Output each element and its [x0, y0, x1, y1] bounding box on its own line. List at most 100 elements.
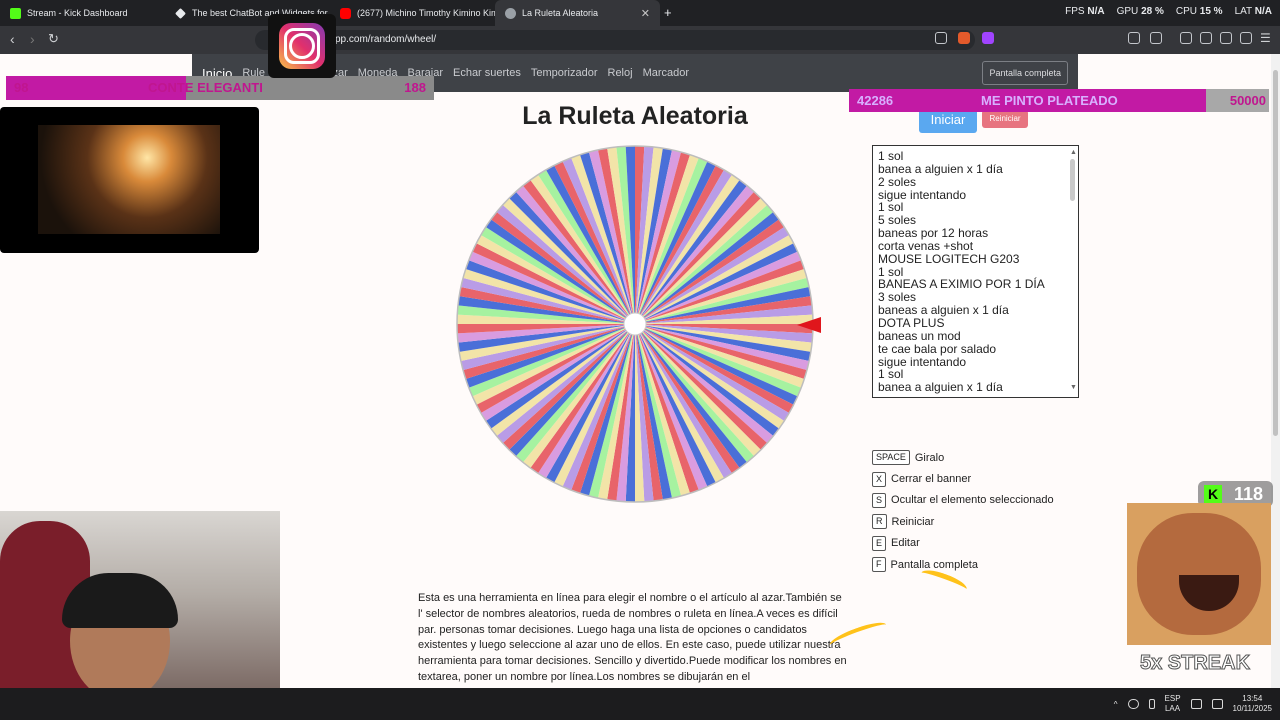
back-icon[interactable]: ‹: [10, 31, 15, 47]
shortcut-row: X Cerrar el banner: [872, 468, 1054, 489]
volume-icon[interactable]: [1211, 699, 1223, 709]
wheel-svg[interactable]: [455, 144, 815, 504]
rewards-icon[interactable]: [982, 32, 994, 44]
menu-icon[interactable]: ☰: [1260, 31, 1271, 45]
page-title: La Ruleta Aleatoria: [522, 102, 748, 130]
laughing-mouth: [1179, 575, 1239, 611]
option-line: baneas por 12 horas: [878, 226, 989, 241]
kick-icon: [10, 7, 21, 19]
shortcut-row: F Pantalla completa: [872, 554, 1054, 575]
laughing-face: [1137, 513, 1261, 635]
share-icon[interactable]: [935, 32, 947, 44]
textarea-scrollbar[interactable]: ▲ ▼: [1070, 147, 1077, 395]
tab-title: La Ruleta Aleatoria: [522, 8, 599, 18]
goal-title: CONTE ELEGANTI: [148, 80, 263, 95]
tab-youtube[interactable]: (2677) Michino Timothy Kimino Kim: [330, 0, 495, 26]
scroll-down-icon[interactable]: ▼: [1070, 382, 1077, 395]
option-line: corta venas +shot: [878, 238, 974, 253]
tab-title: Stream - Kick Dashboard: [27, 8, 128, 18]
option-line: 1 sol: [878, 149, 904, 163]
system-tray: ^ ESP LAA 13:54 10/11/2025: [1114, 694, 1272, 714]
shortcut-label: Cerrar el banner: [891, 473, 972, 486]
tab-ruleta[interactable]: La Ruleta Aleatoria ✕: [495, 0, 660, 26]
option-line: 2 soles: [878, 174, 917, 189]
option-line: baneas un mod: [878, 328, 961, 343]
nav-link[interactable]: Reloj: [608, 67, 633, 79]
forward-icon[interactable]: ›: [30, 31, 35, 47]
video-overlay: [0, 107, 259, 253]
wheel-pointer: [797, 317, 821, 333]
options-list: 1 sol banea a alguien x 1 día 2 soles sigue…: [878, 150, 1064, 394]
diamond-icon: [175, 7, 186, 19]
sidebar-icon[interactable]: [1180, 32, 1192, 44]
goal-bar-1: 98 CONTE ELEGANTI 188: [6, 76, 434, 100]
option-line: te cae bala por salado: [878, 341, 997, 356]
kick-count: 118: [1234, 484, 1264, 504]
options-textarea[interactable]: 1 sol banea a alguien x 1 día 2 soles sigue…: [872, 145, 1079, 398]
microphone-icon[interactable]: [1148, 699, 1155, 709]
stat-fps: FPS N/A: [1065, 6, 1105, 17]
ai-icon[interactable]: [1220, 32, 1232, 44]
tab-strip: Stream - Kick Dashboard The best ChatBot…: [0, 0, 1280, 26]
extensions-icon[interactable]: [1128, 32, 1140, 44]
roulette-wheel[interactable]: [455, 144, 815, 504]
stat-lat: LAT N/A: [1234, 6, 1272, 17]
video-frame: [38, 125, 220, 234]
option-line: banea a alguien x 1 día: [878, 161, 1003, 176]
option-line: banea a alguien x 1 día: [878, 380, 1003, 395]
reset-button[interactable]: Reiniciar: [982, 110, 1028, 128]
windows-taskbar: ^ ESP LAA 13:54 10/11/2025: [0, 688, 1280, 720]
key-badge: S: [872, 492, 887, 508]
tab-kick-dashboard[interactable]: Stream - Kick Dashboard: [0, 0, 165, 26]
shortcut-label: Ocultar el elemento seleccionado: [891, 494, 1054, 507]
stat-gpu: GPU 28 %: [1116, 6, 1164, 17]
keyboard-shortcuts: SPACE Giralo X Cerrar el banner S Ocultar e…: [872, 447, 1054, 575]
wallet-icon[interactable]: [1200, 32, 1212, 44]
shortcut-row: R Reiniciar: [872, 511, 1054, 532]
vpn-icon[interactable]: [1240, 32, 1252, 44]
page-scroll-thumb[interactable]: [1273, 70, 1278, 436]
language-indicator[interactable]: ESP LAA: [1165, 694, 1181, 714]
goal-bar-2: 42286 ME PINTO PLATEADO 50000: [849, 89, 1269, 112]
scroll-up-icon[interactable]: ▲: [1070, 147, 1077, 160]
nav-link[interactable]: Temporizador: [531, 67, 598, 79]
globe-icon: [505, 7, 516, 19]
nav-link[interactable]: Marcador: [643, 67, 689, 79]
brave-icon[interactable]: [958, 32, 970, 44]
option-line: sigue intentando: [878, 187, 967, 202]
instagram-overlay: [268, 14, 336, 78]
shortcut-label: Giralo: [914, 451, 945, 464]
reload-icon[interactable]: ↻: [48, 31, 59, 47]
network-icon[interactable]: [1190, 699, 1202, 709]
goal-right-value: 50000: [1229, 93, 1266, 108]
address-bar-row: ‹ › ↻ pp.com/random/wheel/ ☰: [0, 26, 1280, 54]
shortcut-label: Editar: [891, 537, 920, 550]
description-text: Esta es una herramienta en línea para el…: [418, 592, 847, 688]
screenshot-icon[interactable]: [1150, 32, 1162, 44]
nav-link[interactable]: Echar suertes: [453, 67, 521, 79]
youtube-icon: [340, 7, 351, 19]
key-badge: R: [872, 514, 887, 530]
shortcut-row: E Editar: [872, 533, 1054, 554]
new-tab-button[interactable]: +: [664, 5, 672, 20]
goal-left-value: 42286: [857, 93, 894, 108]
shortcut-row: S Ocultar el elemento seleccionado: [872, 490, 1054, 511]
wheel-hub[interactable]: [623, 312, 647, 336]
key-badge: SPACE: [872, 450, 910, 466]
fullscreen-button[interactable]: Pantalla completa: [982, 61, 1068, 85]
clock[interactable]: 13:54 10/11/2025: [1233, 694, 1272, 714]
key-badge: F: [872, 557, 886, 573]
instagram-icon: [279, 23, 325, 69]
option-line: DOTA PLUS: [878, 315, 945, 330]
goal-left-value: 98: [14, 80, 29, 95]
scroll-thumb[interactable]: [1070, 159, 1075, 201]
kick-logo-icon: K: [1204, 485, 1222, 503]
cloud-icon[interactable]: [1127, 699, 1139, 709]
option-line: sigue intentando: [878, 354, 967, 369]
close-tab-icon[interactable]: ✕: [641, 7, 650, 20]
chevron-up-icon[interactable]: ^: [1114, 700, 1118, 709]
shortcut-label: Pantalla completa: [890, 558, 978, 571]
option-line: MOUSE LOGITECH G203: [878, 251, 1020, 266]
url-field[interactable]: pp.com/random/wheel/: [255, 30, 975, 50]
streak-label: 5x STREAK: [1139, 652, 1251, 675]
